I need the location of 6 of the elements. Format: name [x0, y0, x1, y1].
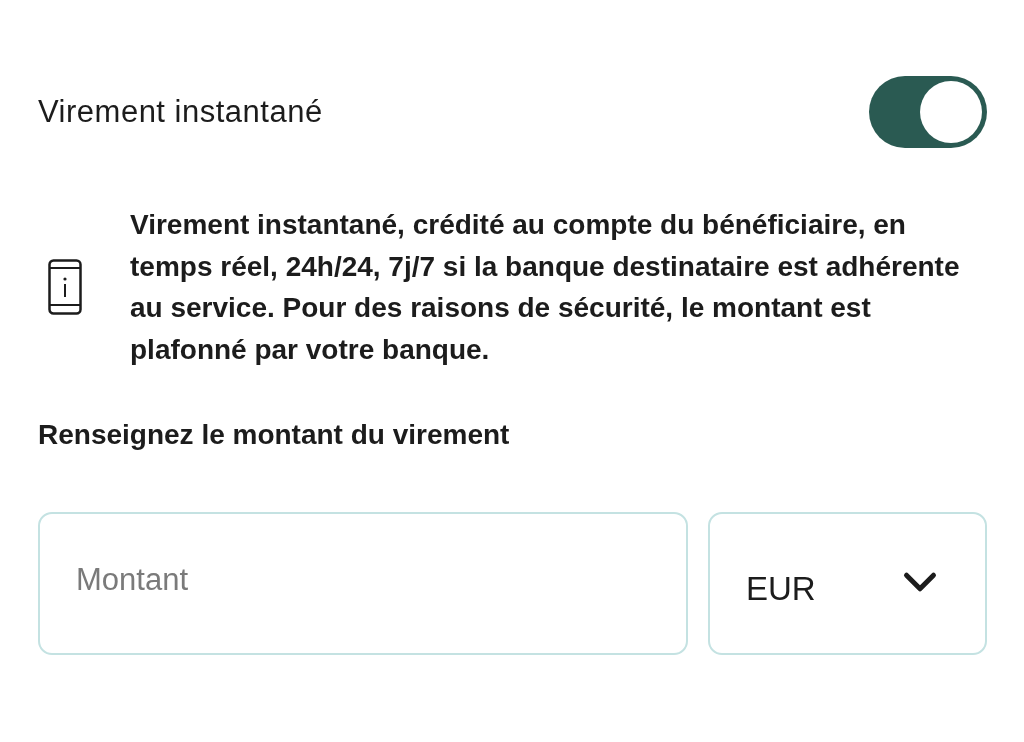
section-heading: Renseignez le montant du virement	[37, 418, 511, 452]
toggle-label: Virement instantané	[38, 92, 323, 131]
amount-field[interactable]: Montant	[38, 512, 688, 655]
smartphone-icon	[48, 259, 82, 315]
currency-select[interactable]: EUR	[708, 512, 987, 655]
info-text: Virement instantané, crédité au compte du bénéficiaire, en temps réel, 24h/24, 7j/7 si la banque destinataire est adhérente au service. Pour des raisons de sécurité, le montant est plafonné par votre banque.	[130, 208, 961, 367]
